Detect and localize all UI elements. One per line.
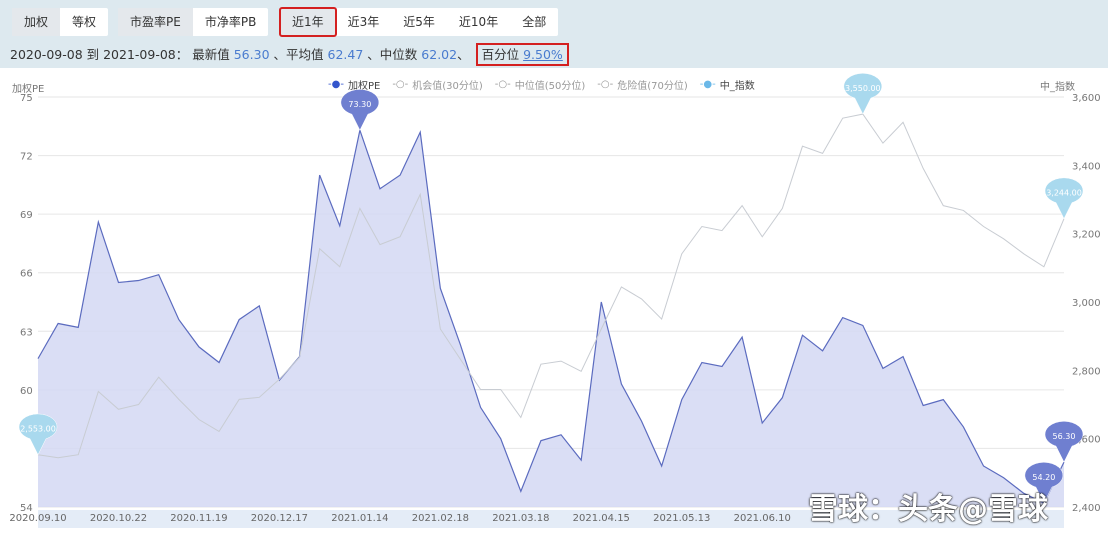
y-right-tick-label: 3,400 xyxy=(1072,161,1101,172)
y-left-tick-label: 72 xyxy=(20,152,33,163)
y-left-tick-label: 75 xyxy=(20,93,33,104)
y-right-tick-label: 2,800 xyxy=(1072,366,1101,377)
y-right-tick-label: 3,200 xyxy=(1072,230,1101,241)
marker-pin: 56.30 xyxy=(1044,421,1084,463)
y-left-tick-label: 63 xyxy=(20,327,33,338)
x-tick-label: 2021.04.15 xyxy=(573,513,630,524)
marker-label: 3,550.00 xyxy=(845,84,881,93)
marker-pin-shape xyxy=(1044,421,1084,463)
x-tick-label: 2021.06.10 xyxy=(734,513,791,524)
marker-label: 73.30 xyxy=(348,100,371,109)
marker-label: 56.30 xyxy=(1053,432,1076,441)
y-right-tick-label: 3,600 xyxy=(1072,93,1101,104)
marker-pin-shape xyxy=(843,73,883,115)
chart: 546063666972752,4002,6002,8003,0003,2003… xyxy=(9,73,1101,528)
x-tick-label: 2020.11.19 xyxy=(170,513,227,524)
x-tick-label: 2020.10.22 xyxy=(90,513,147,524)
x-tick-label: 2021.02.18 xyxy=(412,513,469,524)
marker-label: 54.20 xyxy=(1032,473,1055,482)
marker-pin: 3,550.00 xyxy=(843,73,883,115)
marker-pin: 3,244.00 xyxy=(1044,177,1084,220)
marker-pin-shape xyxy=(1044,177,1084,220)
marker-pin-shape xyxy=(340,89,380,131)
x-tick-label: 2021.05.13 xyxy=(653,513,710,524)
x-tick-label: 2020.09.10 xyxy=(9,513,66,524)
y-right-tick-label: 2,400 xyxy=(1072,503,1101,514)
x-tick-label: 2021.01.14 xyxy=(331,513,388,524)
x-tick-label: 2020.12.17 xyxy=(251,513,308,524)
x-tick-label: 2021.03.18 xyxy=(492,513,549,524)
watermark: 雪球：头条@雪球 xyxy=(808,492,1048,527)
marker-label: 3,244.00 xyxy=(1046,189,1082,198)
pe-area xyxy=(38,130,1064,507)
y-left-tick-label: 66 xyxy=(20,269,33,280)
y-right-tick-label: 3,000 xyxy=(1072,298,1101,309)
marker-pin: 73.30 xyxy=(340,89,380,131)
y-left-tick-label: 60 xyxy=(20,386,33,397)
y-left-tick-label: 69 xyxy=(20,210,33,221)
marker-label: 2,553.00 xyxy=(20,425,56,434)
